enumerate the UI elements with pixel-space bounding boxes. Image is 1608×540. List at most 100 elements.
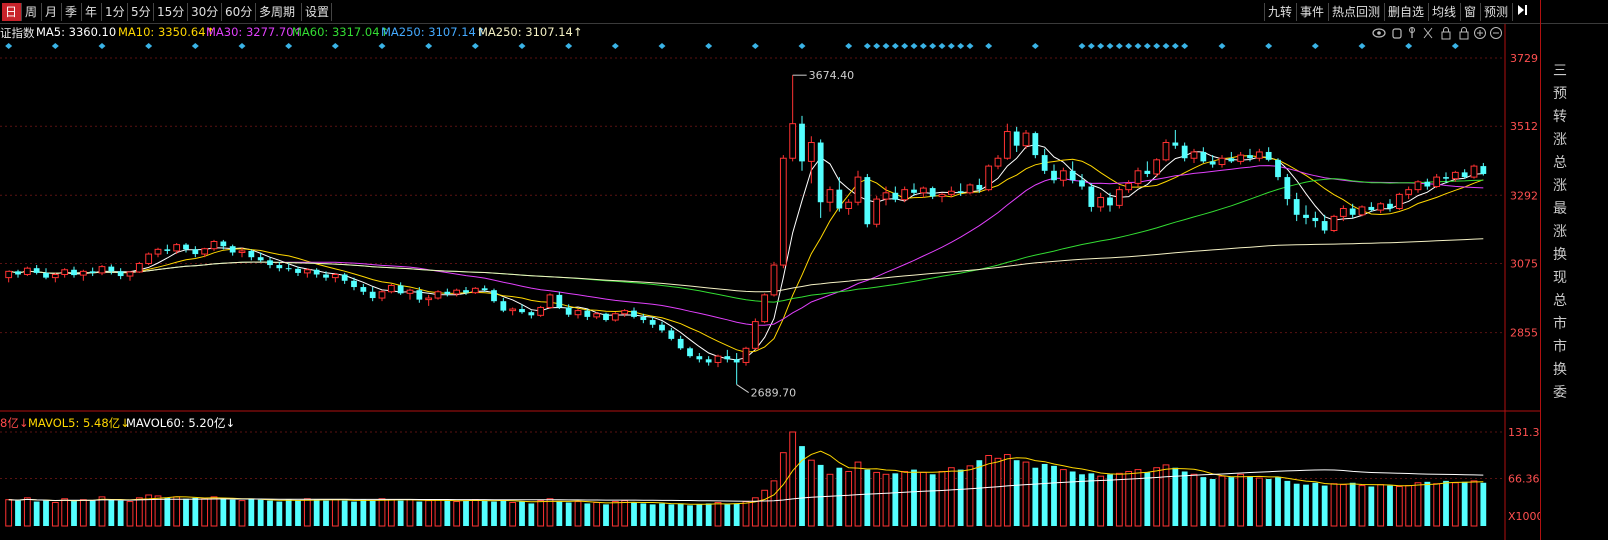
candle-body [919,187,927,194]
candle-body [873,198,881,225]
low-pointer [736,384,749,393]
volume-bar [537,500,545,527]
volume-bar [631,502,637,526]
candle-body [1284,177,1291,200]
candle-body [733,359,740,363]
candle-body [1079,180,1085,187]
volume-bar [519,501,525,526]
volume-bar [471,499,479,527]
candle-body [351,280,357,288]
candle-body [761,294,769,323]
candle-body [1144,170,1151,174]
volume-bar [135,497,143,527]
event-marker [658,43,666,49]
candle-body [238,250,246,253]
side-panel-label: 三 [1553,63,1567,79]
side-panel-label: 现 [1553,270,1567,286]
volume-bar [1414,482,1422,527]
volume-bar [1368,486,1375,526]
candle-body [397,285,404,294]
volume-bar [238,500,246,527]
candle-body [463,290,469,293]
volume-bar [509,502,517,527]
volume-bar [453,501,461,527]
candle-body [556,294,563,308]
candle-body [593,313,601,318]
volume-bar [826,473,834,527]
candle-body [145,253,153,264]
candle-body [799,123,805,162]
candle-body [1097,197,1105,208]
candle-body [1200,151,1207,162]
candle-body [1041,155,1048,171]
event-marker [1125,43,1133,49]
high-label: 3674.40 [809,69,855,82]
volume-bar [303,498,311,527]
volume-bar [1181,471,1188,526]
volume-bar [98,496,106,527]
candle-body [406,289,414,294]
low-label: 2689.70 [751,387,797,400]
volume-bar [1051,465,1057,526]
ma10-line [8,155,1484,353]
event-marker [1115,43,1123,49]
volume-bar [1190,473,1198,527]
candle-body [1153,159,1161,175]
candle-body [1162,142,1170,161]
candle-body [210,240,218,250]
volume-bar [724,504,731,526]
volume-bar [1312,482,1319,526]
ma30-line [8,165,1484,326]
volume-bar [351,501,357,526]
event-marker [873,43,881,49]
quote-side-panel: 三预转涨总涨最涨换现总市市换委 [1540,0,1608,540]
candle-body [416,290,423,300]
candle-body [621,310,629,315]
volume-bar [985,455,993,527]
volume-bar [89,500,96,526]
volume-bar [817,464,824,526]
side-panel-label: 涨 [1553,132,1567,148]
volume-bar [901,470,909,527]
candle-body [1069,170,1076,181]
candle-body [938,193,946,198]
volume-bar [994,457,1002,527]
volume-bar [491,501,497,526]
volume-bar [603,504,609,526]
price-tick-label: 3729 [1510,52,1538,65]
event-marker [901,43,909,49]
candle-body [267,260,273,266]
event-marker [145,43,153,49]
candle-body [79,270,87,276]
volume-bar [1069,471,1076,526]
event-marker [751,43,759,49]
volume-bar [714,502,722,527]
candle-body [1275,159,1281,178]
event-marker [1265,43,1273,49]
volume-bar [210,496,218,527]
candle-body [1414,181,1422,191]
candle-body [98,266,106,274]
event-marker [1153,43,1161,49]
candle-body [770,264,778,296]
volume-bar [593,502,601,527]
candlestick-chart[interactable]: 3729 3512 3292 3075 2855 131.35万 66.36万 X1000 3… [0,0,1540,540]
candle-body [154,248,162,255]
candle-body [1480,166,1487,174]
volume-bar [1247,476,1253,526]
price-tick-label: 3512 [1510,120,1538,133]
side-panel-label: 换 [1553,247,1567,263]
candle-body [957,191,964,193]
candle-body [500,301,507,311]
candle-body [1255,151,1263,159]
volume-bar [1275,477,1281,526]
volume-bar [51,502,59,527]
volume-bar [640,503,647,526]
event-marker [947,43,955,49]
volume-bar [323,500,329,526]
volume-bar [397,500,404,526]
candle-body [649,320,656,325]
candle-body [1107,197,1113,206]
candle-body [546,294,554,308]
volume-bar [313,499,320,526]
